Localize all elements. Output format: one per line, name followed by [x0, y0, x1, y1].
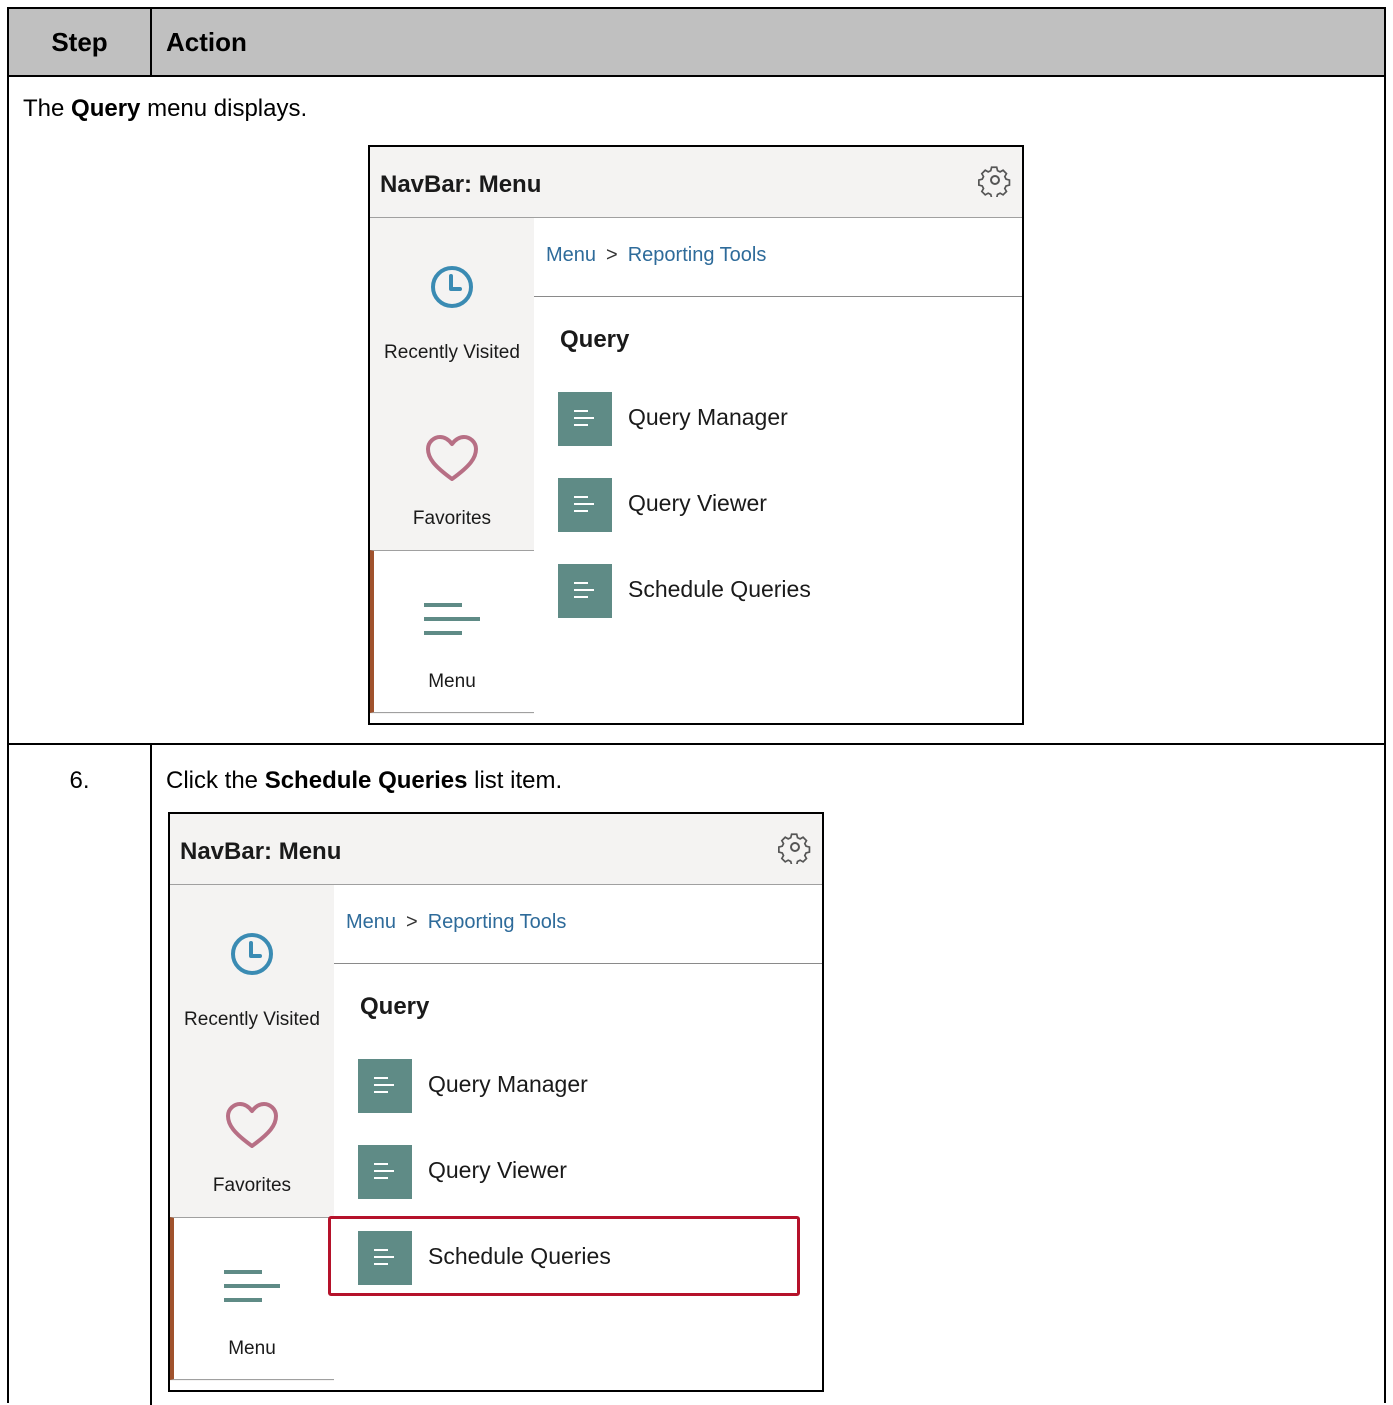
tab-label: Recently Visited: [384, 342, 520, 363]
list-item-label: Query Manager: [628, 404, 788, 430]
heart-icon: [226, 1102, 278, 1148]
navbar-side-tabs: Recently Visited Favorites Menu: [370, 218, 534, 714]
instruction-text: Click the Schedule Queries list item.: [166, 767, 563, 794]
tab-label: Favorites: [212, 1175, 292, 1196]
breadcrumb-current[interactable]: Reporting Tools: [628, 244, 767, 266]
table-row: 6. Click the Schedule Queries list item.…: [9, 745, 1384, 1405]
document-lines-icon: [558, 478, 612, 532]
document-lines-icon: [558, 564, 612, 618]
tab-menu[interactable]: Menu: [370, 550, 534, 713]
heart-icon: [426, 435, 478, 481]
list-item-query-viewer[interactable]: Query Viewer: [358, 1145, 798, 1199]
breadcrumb: Menu > Reporting Tools: [346, 911, 566, 934]
section-title: Query: [360, 993, 430, 1020]
navbar-side-tabs: Recently Visited Favorites Menu: [170, 885, 334, 1381]
gear-icon[interactable]: [978, 163, 1012, 197]
navbar-content: Menu > Reporting Tools Query Query Manager…: [534, 218, 1022, 723]
tab-recently-visited[interactable]: Recently Visited: [370, 218, 534, 382]
clock-icon: [431, 266, 473, 308]
list-item-query-manager[interactable]: Query Manager: [558, 392, 998, 446]
menu-lines-icon: [424, 603, 480, 635]
tab-label: Menu: [228, 1338, 276, 1359]
breadcrumb-root[interactable]: Menu: [346, 911, 396, 933]
step-number: 6.: [69, 767, 90, 794]
menu-lines-icon: [224, 1270, 280, 1302]
instruction-table: Step Action The Query menu displays. Nav…: [7, 7, 1386, 1405]
table-header: Step Action: [9, 9, 1384, 77]
header-step: Step: [9, 9, 152, 75]
breadcrumb-root[interactable]: Menu: [546, 244, 596, 266]
navbar-title: NavBar: Menu: [180, 838, 342, 865]
breadcrumb: Menu > Reporting Tools: [546, 244, 766, 267]
tab-menu[interactable]: Menu: [170, 1217, 334, 1380]
tab-recently-visited[interactable]: Recently Visited: [170, 885, 334, 1049]
tab-label: Favorites: [412, 508, 492, 529]
step-cell: 6.: [9, 745, 152, 1405]
list-item-query-manager[interactable]: Query Manager: [358, 1059, 798, 1113]
instruction-bold: Schedule Queries: [264, 767, 468, 794]
intro-bold: Query: [71, 95, 141, 122]
chevron-right-icon: >: [606, 244, 618, 266]
navbar-title-bar: NavBar: Menu: [170, 814, 822, 885]
highlight-box: [328, 1216, 800, 1296]
list-item-label: Query Viewer: [428, 1157, 567, 1183]
navbar-title: NavBar: Menu: [380, 171, 542, 198]
navbar-screenshot: NavBar: Menu Recently Visited Favorites …: [168, 812, 824, 1392]
list-item-label: Query Viewer: [628, 490, 767, 516]
document-lines-icon: [358, 1145, 412, 1199]
document-lines-icon: [558, 392, 612, 446]
tab-label: Menu: [428, 671, 476, 692]
intro-text: The Query menu displays.: [23, 95, 308, 122]
breadcrumb-divider: [334, 963, 822, 964]
document-lines-icon: [358, 1059, 412, 1113]
navbar-screenshot: NavBar: Menu Recently Visited Favorites …: [368, 145, 1024, 725]
gear-icon[interactable]: [778, 830, 812, 864]
chevron-right-icon: >: [406, 911, 418, 933]
breadcrumb-current[interactable]: Reporting Tools: [428, 911, 567, 933]
list-item-label: Query Manager: [428, 1071, 588, 1097]
list-item-schedule-queries[interactable]: Schedule Queries: [558, 564, 998, 618]
list-item-label: Schedule Queries: [628, 576, 811, 602]
clock-icon: [231, 933, 273, 975]
tab-favorites[interactable]: Favorites: [370, 384, 534, 548]
breadcrumb-divider: [534, 296, 1022, 297]
table-row: The Query menu displays. NavBar: Menu Re…: [9, 77, 1384, 745]
list-item-query-viewer[interactable]: Query Viewer: [558, 478, 998, 532]
tab-label: Recently Visited: [184, 1009, 320, 1030]
tab-favorites[interactable]: Favorites: [170, 1051, 334, 1215]
header-action: Action: [166, 26, 247, 57]
navbar-content: Menu > Reporting Tools Query Query Manager…: [334, 885, 822, 1390]
navbar-title-bar: NavBar: Menu: [370, 147, 1022, 218]
section-title: Query: [560, 326, 630, 353]
